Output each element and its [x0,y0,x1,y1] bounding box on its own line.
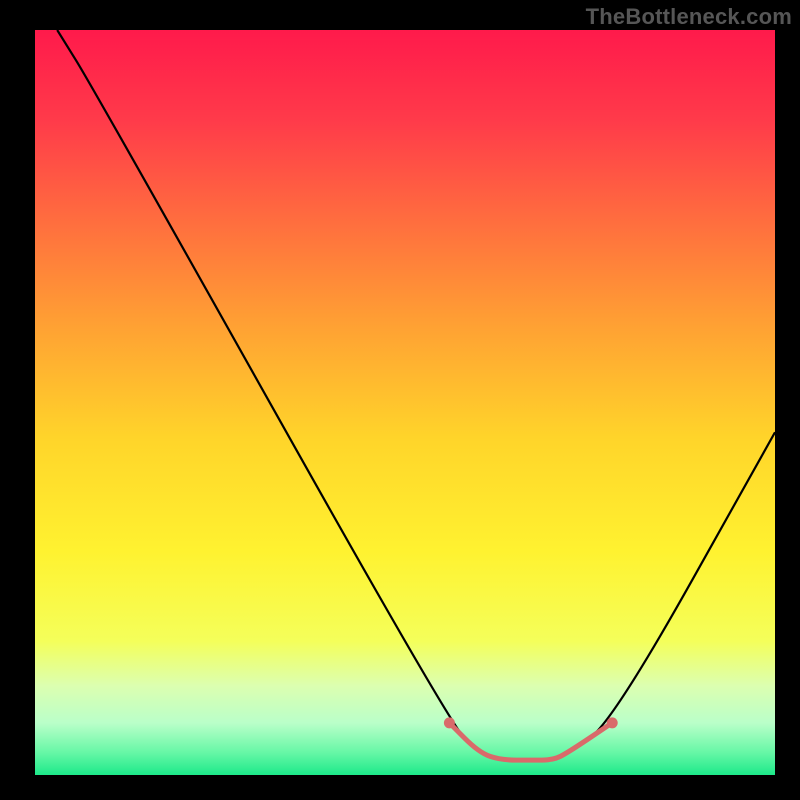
bottleneck-chart [0,0,800,800]
frame-border [0,775,800,800]
highlight-dot [444,717,455,728]
gradient-background [35,30,775,775]
chart-frame: TheBottleneck.com [0,0,800,800]
frame-border [0,0,35,800]
watermark-text: TheBottleneck.com [586,4,792,30]
frame-border [775,0,800,800]
highlight-dot [607,717,618,728]
